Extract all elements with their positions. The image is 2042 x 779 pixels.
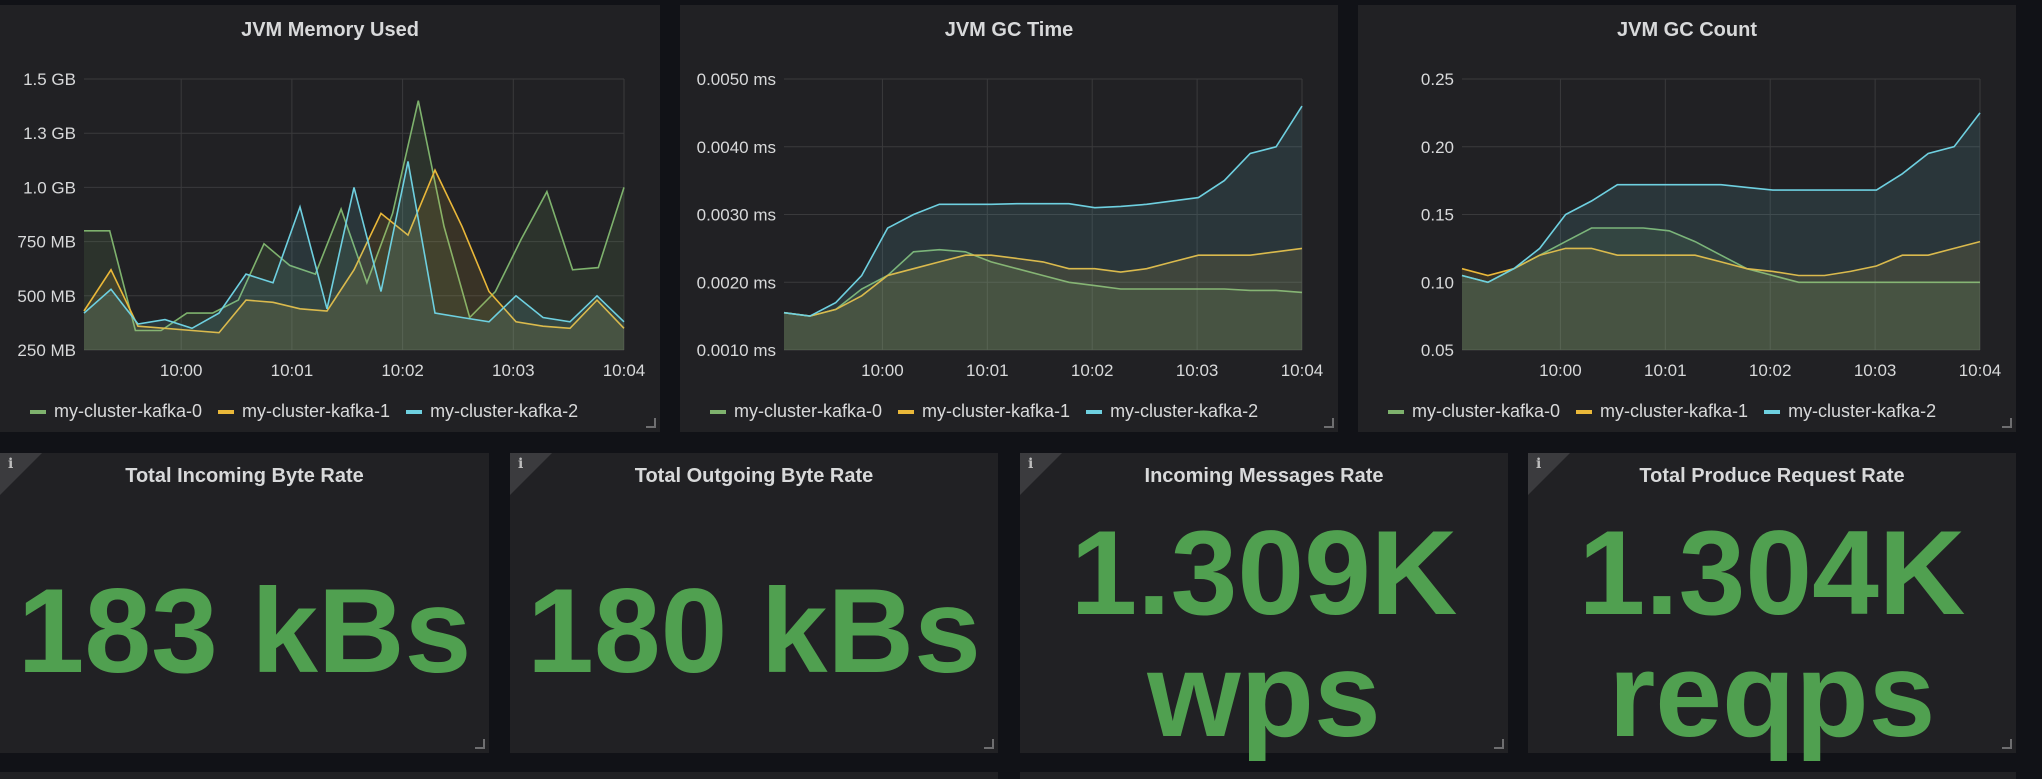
legend-item-kafka-0[interactable]: my-cluster-kafka-0	[710, 401, 882, 422]
y-tick-label: 1.5 GB	[23, 70, 76, 89]
chart-legend: my-cluster-kafka-0 my-cluster-kafka-1 my…	[710, 401, 1258, 422]
x-tick-label: 10:01	[1644, 361, 1687, 380]
x-tick-label: 10:02	[1749, 361, 1792, 380]
x-tick-label: 10:04	[603, 361, 646, 380]
y-tick-label: 1.0 GB	[23, 178, 76, 197]
legend-swatch	[710, 409, 726, 414]
chart-jvm-gc-count: 0.05 0.10 0.15 0.20 0.25 10:00 10:01 10:02 10:03…	[1421, 70, 2002, 380]
chart-jvm-memory: 250 MB 500 MB 750 MB 1.0 GB 1.3 GB 1.5 GB 10:0…	[17, 70, 646, 380]
x-tick-label: 10:03	[1176, 361, 1219, 380]
stat-panel-produce-request-rate[interactable]: i Total Produce Request Rate 1.304K reqp…	[1528, 453, 2016, 762]
stat-panel-incoming-byte-rate[interactable]: i Total Incoming Byte Rate 183 kBs	[0, 453, 489, 753]
x-tick-label: 10:02	[381, 361, 424, 380]
y-tick-label: 0.15	[1421, 206, 1454, 225]
y-tick-label: 0.05	[1421, 341, 1454, 360]
chart-jvm-gc-time: 0.0010 ms 0.0020 ms 0.0030 ms 0.0040 ms 0.00…	[697, 70, 1324, 380]
x-tick-label: 10:04	[1959, 361, 2002, 380]
resize-handle-icon[interactable]	[2002, 418, 2012, 428]
y-tick-label: 500 MB	[17, 287, 76, 306]
y-tick-label: 0.20	[1421, 138, 1454, 157]
x-tick-label: 10:00	[861, 361, 904, 380]
graph-panel-jvm-memory[interactable]: JVM Memory Used 250 MB 500 MB 750 MB 1.0 GB…	[0, 5, 660, 432]
legend-item-kafka-1[interactable]: my-cluster-kafka-1	[218, 401, 390, 422]
stat-panel-outgoing-byte-rate[interactable]: i Total Outgoing Byte Rate 180 kBs	[510, 453, 998, 753]
panel-partial-bottom-right	[1020, 772, 2016, 779]
x-tick-label: 10:02	[1071, 361, 1114, 380]
legend-swatch	[898, 409, 915, 414]
legend-swatch	[1388, 409, 1404, 414]
legend-swatch	[30, 409, 46, 414]
panel-title[interactable]: Total Produce Request Rate	[1528, 465, 2016, 488]
graph-panel-jvm-gc-count[interactable]: JVM GC Count 0.05 0.10 0.15 0.20 0.25 10:00 10…	[1358, 5, 2016, 432]
legend-swatch	[406, 409, 423, 414]
resize-handle-icon[interactable]	[1324, 418, 1334, 428]
stat-value-unit: reqps	[1608, 628, 1936, 762]
legend-swatch	[218, 409, 235, 414]
x-tick-label: 10:04	[1281, 361, 1324, 380]
legend-label: my-cluster-kafka-1	[242, 401, 391, 421]
panel-title[interactable]: JVM GC Count	[1358, 19, 2016, 42]
y-tick-label: 0.0010 ms	[697, 341, 776, 360]
stat-value: 180 kBs	[527, 564, 981, 698]
legend-item-kafka-2[interactable]: my-cluster-kafka-2	[1086, 401, 1258, 422]
stat-value-number: 1.304K	[1578, 506, 1966, 640]
y-tick-label: 1.3 GB	[23, 124, 76, 143]
stat-value: 183 kBs	[17, 564, 472, 698]
legend-item-kafka-1[interactable]: my-cluster-kafka-1	[1576, 401, 1748, 422]
y-tick-label: 250 MB	[17, 341, 76, 360]
panel-title[interactable]: Total Outgoing Byte Rate	[510, 465, 998, 488]
legend-swatch	[1576, 409, 1593, 414]
y-tick-label: 0.0020 ms	[697, 273, 776, 292]
legend-label: my-cluster-kafka-2	[1788, 401, 1937, 421]
legend-label: my-cluster-kafka-2	[1110, 401, 1259, 421]
y-tick-label: 0.25	[1421, 70, 1454, 89]
series-area-my-cluster-kafka-2	[1462, 112, 1980, 351]
legend-item-kafka-0[interactable]: my-cluster-kafka-0	[30, 401, 202, 422]
panel-partial-bottom-left	[0, 772, 998, 779]
x-tick-label: 10:01	[966, 361, 1009, 380]
resize-handle-icon[interactable]	[475, 739, 485, 749]
legend-label: my-cluster-kafka-0	[1412, 401, 1561, 421]
y-tick-label: 0.0040 ms	[697, 138, 776, 157]
legend-item-kafka-1[interactable]: my-cluster-kafka-1	[898, 401, 1070, 422]
resize-handle-icon[interactable]	[984, 739, 994, 749]
legend-label: my-cluster-kafka-0	[734, 401, 883, 421]
x-tick-label: 10:00	[160, 361, 203, 380]
legend-swatch	[1086, 409, 1103, 414]
stat-value-unit: wps	[1147, 628, 1381, 762]
legend-item-kafka-2[interactable]: my-cluster-kafka-2	[1764, 401, 1936, 422]
resize-handle-icon[interactable]	[2002, 739, 2012, 749]
x-tick-label: 10:03	[1854, 361, 1897, 380]
graph-panel-jvm-gc-time[interactable]: JVM GC Time 0.0010 ms 0.0020 ms 0.0030 ms 0…	[680, 5, 1338, 432]
panel-title[interactable]: Total Incoming Byte Rate	[0, 465, 489, 488]
x-tick-label: 10:00	[1539, 361, 1582, 380]
y-tick-label: 750 MB	[17, 233, 76, 252]
legend-label: my-cluster-kafka-0	[54, 401, 203, 421]
chart-legend: my-cluster-kafka-0 my-cluster-kafka-1 my…	[1388, 401, 1936, 422]
y-tick-label: 0.10	[1421, 273, 1454, 292]
y-tick-label: 0.0050 ms	[697, 70, 776, 89]
panel-title[interactable]: JVM Memory Used	[0, 19, 660, 42]
legend-label: my-cluster-kafka-2	[430, 401, 579, 421]
legend-item-kafka-2[interactable]: my-cluster-kafka-2	[406, 401, 578, 422]
legend-swatch	[1764, 409, 1781, 414]
resize-handle-icon[interactable]	[1494, 739, 1504, 749]
panel-title[interactable]: JVM GC Time	[680, 19, 1338, 42]
series-area-my-cluster-kafka-2	[784, 106, 1302, 350]
stat-value-number: 1.309K	[1070, 506, 1458, 640]
x-tick-label: 10:01	[271, 361, 314, 380]
panel-title[interactable]: Incoming Messages Rate	[1020, 465, 1508, 488]
y-tick-label: 0.0030 ms	[697, 206, 776, 225]
stat-panel-incoming-messages-rate[interactable]: i Incoming Messages Rate 1.309K wps	[1020, 453, 1508, 762]
resize-handle-icon[interactable]	[646, 418, 656, 428]
legend-label: my-cluster-kafka-1	[922, 401, 1071, 421]
legend-item-kafka-0[interactable]: my-cluster-kafka-0	[1388, 401, 1560, 422]
chart-legend: my-cluster-kafka-0 my-cluster-kafka-1 my…	[30, 401, 578, 422]
x-tick-label: 10:03	[492, 361, 535, 380]
legend-label: my-cluster-kafka-1	[1600, 401, 1749, 421]
